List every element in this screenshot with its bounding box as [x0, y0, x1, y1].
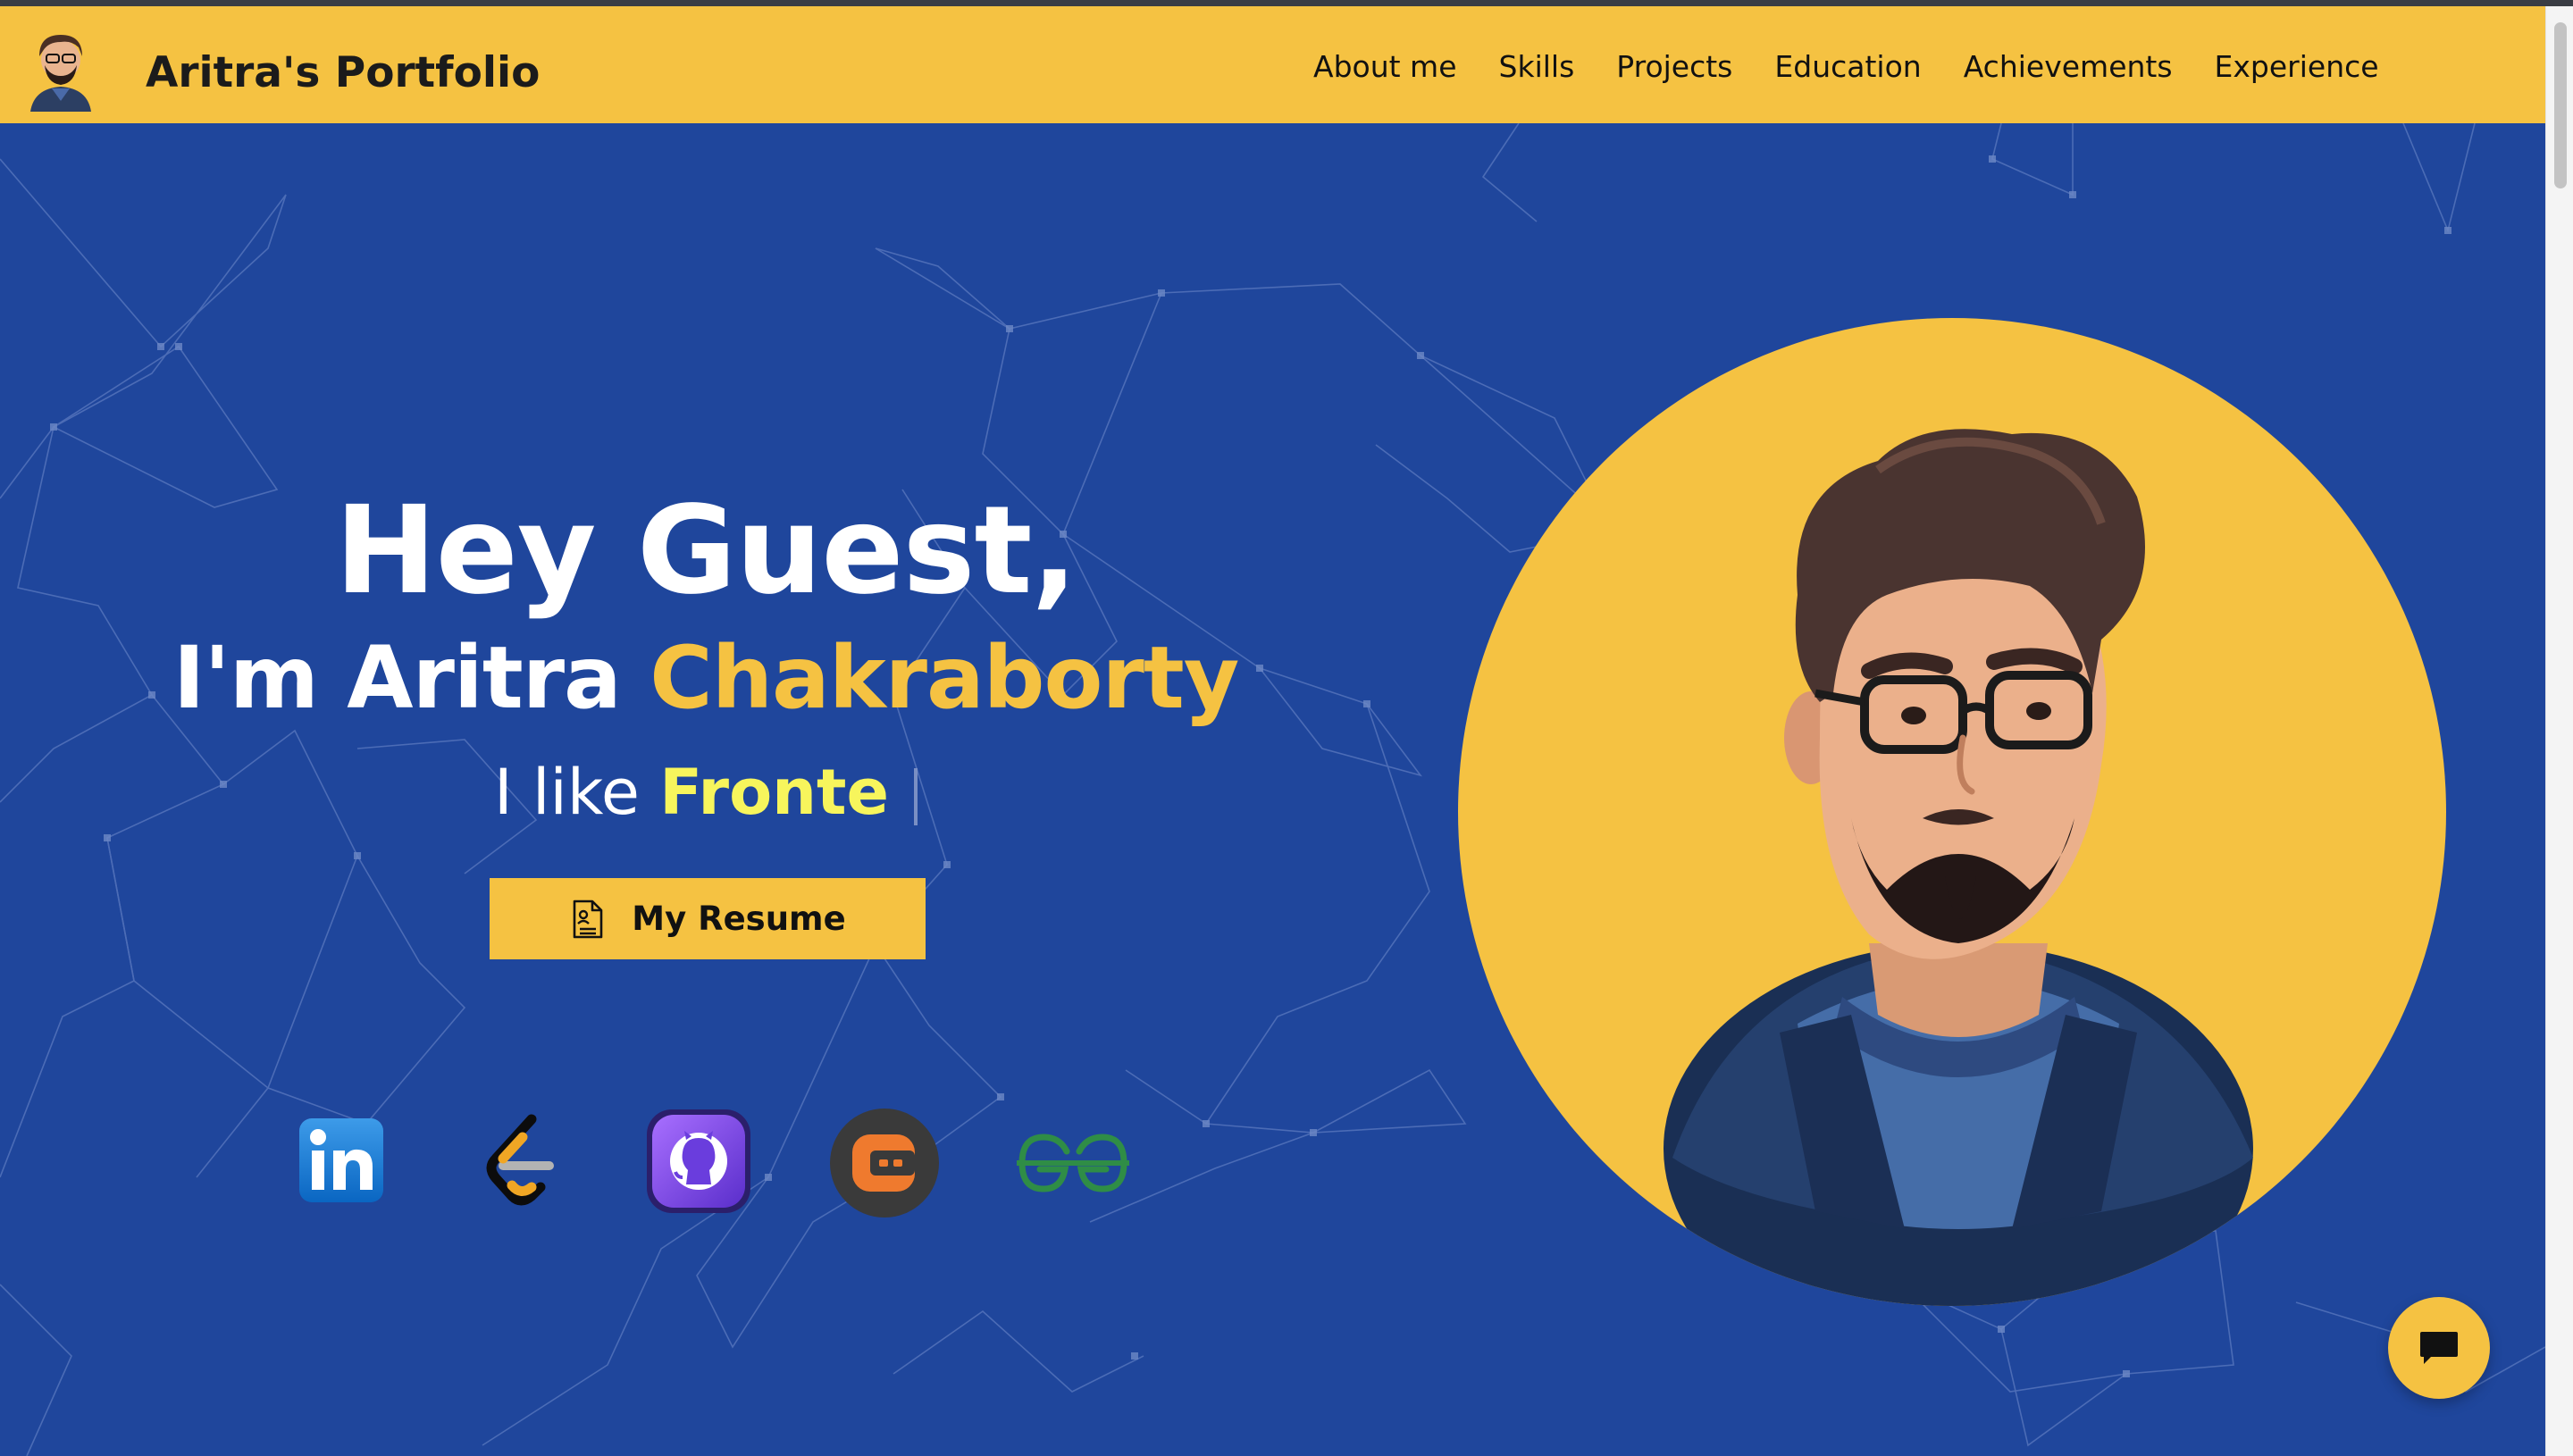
portrait-illustration-svg — [1664, 429, 2253, 1306]
linkedin-icon[interactable] — [298, 1117, 385, 1204]
brand-title[interactable]: Aritra's Portfolio — [146, 48, 540, 97]
social-links — [0, 1103, 1161, 1228]
hero-name: I'm Aritra Chakraborty — [0, 628, 1412, 728]
vertical-scrollbar[interactable] — [2545, 6, 2573, 1456]
document-icon — [573, 900, 603, 938]
hero-greeting: Hey Guest, — [334, 481, 1077, 622]
hero-name-highlight: Chakraborty — [650, 628, 1239, 728]
typed-word: Fronte — [659, 756, 889, 829]
nav-item-experience[interactable]: Experience — [2215, 49, 2379, 84]
chat-icon — [2420, 1332, 2458, 1364]
resume-label: My Resume — [632, 900, 846, 938]
nav-item-about-me[interactable]: About me — [1313, 49, 1457, 84]
scrollbar-thumb[interactable] — [2554, 22, 2567, 188]
avatar-illustration — [1458, 318, 2446, 1306]
leetcode-icon[interactable] — [476, 1114, 566, 1209]
typed-prefix: I like — [494, 756, 660, 829]
nav-menu: About me Skills Projects Education Achie… — [1313, 49, 2421, 84]
hero-typed-line: I like Fronte — [0, 756, 1412, 829]
nav-item-achievements[interactable]: Achievements — [1964, 49, 2173, 84]
avatar-icon[interactable] — [27, 26, 95, 112]
nav-item-education[interactable]: Education — [1774, 49, 1921, 84]
nav-item-projects[interactable]: Projects — [1616, 49, 1732, 84]
navbar: Aritra's Portfolio About me Skills Proje… — [0, 6, 2545, 123]
window-top-border — [0, 0, 2573, 6]
hero-section: Hey Guest, I'm Aritra Chakraborty I like… — [0, 123, 2545, 1456]
typing-caret — [913, 767, 918, 825]
github-icon[interactable] — [645, 1108, 752, 1215]
geeksforgeeks-icon[interactable] — [1015, 1132, 1131, 1194]
chat-button[interactable] — [2388, 1297, 2490, 1399]
hero-name-prefix: I'm Aritra — [172, 628, 650, 728]
codechef-icon[interactable] — [829, 1108, 940, 1218]
resume-button[interactable]: My Resume — [490, 878, 926, 959]
nav-item-skills[interactable]: Skills — [1499, 49, 1575, 84]
